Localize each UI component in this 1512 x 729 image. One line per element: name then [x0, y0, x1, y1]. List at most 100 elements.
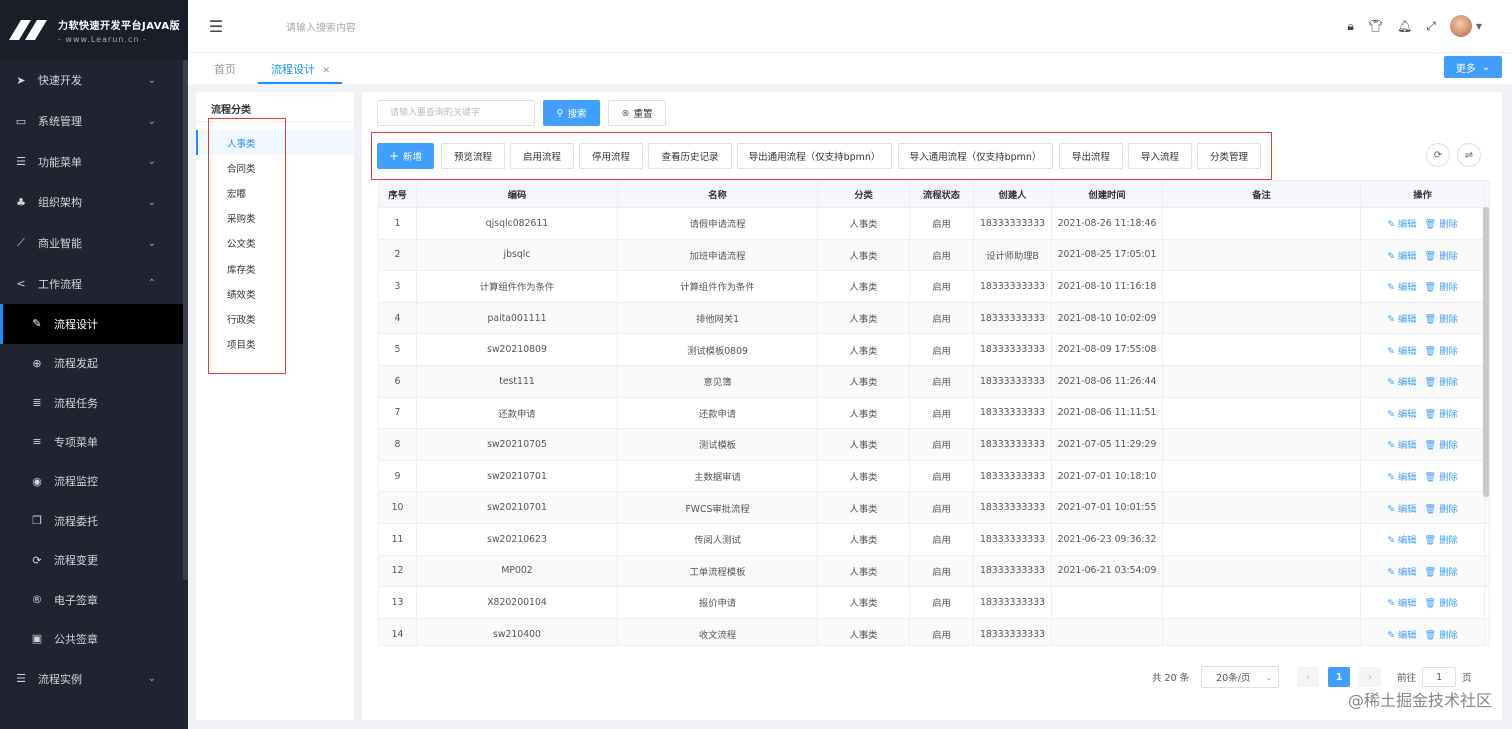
hamburger-menu-icon[interactable]: ☰	[188, 17, 244, 36]
sidebar-item-org[interactable]: ♣ 组织架构 ⌄	[0, 182, 188, 223]
sidebar-item-flow-launch[interactable]: ⊕ 流程发起	[0, 344, 188, 383]
delete-link[interactable]: 🗑︎ 删除	[1424, 216, 1457, 230]
sidebar-scrollbar[interactable]	[183, 60, 188, 580]
bell-icon[interactable]: 🔔︎	[1397, 19, 1412, 33]
sidebar-item-flow-change[interactable]: ⟳ 流程变更	[0, 540, 188, 579]
delete-link[interactable]: 🗑︎ 删除	[1424, 564, 1457, 578]
sidebar-item-flow-instance[interactable]: ☰ 流程实例 ⌄	[0, 659, 188, 700]
table-row[interactable]: 11 sw20210623 传阅人测试 人事类 启用 18333333333 2021-06…	[379, 522, 1489, 555]
table-cell: 6	[379, 365, 417, 397]
table-cell	[1163, 365, 1361, 397]
sidebar-item-e-signature[interactable]: ® 电子签章	[0, 580, 188, 619]
sidebar-item-flow-delegate[interactable]: ❐ 流程委托	[0, 501, 188, 540]
edit-link[interactable]: ✎ 编辑	[1387, 406, 1416, 420]
table-row[interactable]: 13 X820200104 报价申请 人事类 启用 18333333333 ✎ 编辑 🗑︎ 删…	[379, 586, 1489, 618]
table-row[interactable]: 4 paita001111 排他网关1 人事类 启用 18333333333 2021-08…	[379, 301, 1489, 334]
delete-link[interactable]: 🗑︎ 删除	[1424, 469, 1457, 483]
delete-link[interactable]: 🗑︎ 删除	[1424, 627, 1457, 641]
edit-link[interactable]: ✎ 编辑	[1387, 216, 1416, 230]
edit-link[interactable]: ✎ 编辑	[1387, 564, 1416, 578]
sidebar-item-public-signature[interactable]: ▣ 公共签章	[0, 619, 188, 658]
table-scrollbar[interactable]	[1483, 207, 1489, 497]
table-row[interactable]: 14 sw210400 收文流程 人事类 启用 18333333333 ✎ 编辑 🗑︎ 删除	[379, 617, 1489, 645]
edit-icon: ✎	[1387, 630, 1398, 642]
edit-link[interactable]: ✎ 编辑	[1387, 311, 1416, 325]
table-row[interactable]: 9 sw20210701 主数据审请 人事类 启用 18333333333 2021-07-…	[379, 459, 1489, 492]
delete-link[interactable]: 🗑︎ 删除	[1424, 279, 1457, 293]
table-row[interactable]: 6 test111 意见簿 人事类 启用 18333333333 2021-08-06 11…	[379, 364, 1489, 397]
column-settings-icon[interactable]: ⇌	[1457, 143, 1481, 167]
page-number-button[interactable]: 1	[1328, 667, 1351, 687]
caret-down-icon[interactable]: ▼	[1476, 22, 1482, 31]
edit-link[interactable]: ✎ 编辑	[1387, 374, 1416, 388]
search-button[interactable]: ⚲ 搜索	[543, 100, 600, 126]
delete-link[interactable]: 🗑︎ 删除	[1424, 406, 1457, 420]
table-cell: 排他网关1	[618, 302, 818, 334]
keyword-input[interactable]: 请输入要查询的关键字	[377, 100, 535, 126]
table-cell: 人事类	[818, 492, 910, 523]
search-icon: ⚲	[556, 107, 564, 119]
sidebar-item-workflow[interactable]: < 工作流程 ⌃	[0, 263, 188, 304]
delete-link[interactable]: 🗑︎ 删除	[1424, 248, 1457, 262]
table-cell: 人事类	[818, 397, 910, 429]
close-icon[interactable]: ✕	[323, 66, 331, 76]
sidebar-item-special-menu[interactable]: ≡ 专项菜单	[0, 422, 188, 461]
delete-link[interactable]: 🗑︎ 删除	[1424, 595, 1457, 609]
delete-link[interactable]: 🗑︎ 删除	[1424, 343, 1457, 357]
tab-home[interactable]: 首页	[214, 61, 236, 77]
actions-cell: ✎ 编辑 🗑︎ 删除	[1361, 271, 1485, 302]
delete-link[interactable]: 🗑︎ 删除	[1424, 437, 1457, 451]
sidebar-item-label: 商业智能	[38, 237, 82, 251]
edit-link[interactable]: ✎ 编辑	[1387, 343, 1416, 357]
shirt-icon[interactable]: 👕︎	[1368, 19, 1383, 33]
more-button[interactable]: 更多 ⌄	[1444, 56, 1502, 78]
edit-label: 编辑	[1397, 219, 1417, 231]
sidebar-item-flow-monitor[interactable]: ◉ 流程监控	[0, 462, 188, 501]
delete-link[interactable]: 🗑︎ 删除	[1424, 501, 1457, 515]
edit-link[interactable]: ✎ 编辑	[1387, 469, 1416, 483]
table-row[interactable]: 5 sw20210809 测试模板0809 人事类 启用 18333333333 2021-…	[379, 333, 1489, 365]
table-cell: 启用	[910, 523, 974, 555]
table-row[interactable]: 3 计算组件作为条件 计算组件作为条件 人事类 启用 18333333333 2021-08…	[379, 270, 1489, 302]
table-row[interactable]: 1 qjsqlc082611 请假申请流程 人事类 启用 18333333333 2021-…	[379, 207, 1489, 239]
edit-link[interactable]: ✎ 编辑	[1387, 595, 1416, 609]
table-row[interactable]: 10 sw20210701 FWCS审批流程 人事类 启用 18333333333 2021…	[379, 491, 1489, 523]
delete-link[interactable]: 🗑︎ 删除	[1424, 311, 1457, 325]
edit-link[interactable]: ✎ 编辑	[1387, 279, 1416, 293]
reset-button[interactable]: ⊗ 重置	[608, 100, 666, 126]
edit-link[interactable]: ✎ 编辑	[1387, 248, 1416, 262]
edit-link[interactable]: ✎ 编辑	[1387, 501, 1416, 515]
trash-icon: 🗑︎	[1424, 535, 1440, 547]
page-size-select[interactable]: 20条/页 ⌄	[1201, 666, 1280, 688]
delete-label: 删除	[1439, 377, 1458, 389]
global-search-input[interactable]: 请输入搜索内容	[286, 19, 356, 34]
sidebar-item-bi[interactable]: ⟋ 商业智能 ⌄	[0, 223, 188, 264]
prev-page-button[interactable]: ‹	[1297, 667, 1320, 687]
delete-label: 删除	[1439, 440, 1458, 452]
next-page-button[interactable]: ›	[1359, 667, 1382, 687]
table-row[interactable]: 8 sw20210705 测试模板 人事类 启用 18333333333 2021-07-0…	[379, 428, 1489, 460]
table-cell: FWCS审批流程	[618, 492, 818, 523]
sidebar-item-quick-dev[interactable]: ➤ 快速开发 ⌄	[0, 60, 188, 101]
sidebar-item-flow-design[interactable]: ✎ 流程设计	[0, 304, 188, 344]
edit-link[interactable]: ✎ 编辑	[1387, 437, 1416, 451]
delete-link[interactable]: 🗑︎ 删除	[1424, 532, 1457, 546]
avatar[interactable]	[1449, 15, 1472, 37]
goto-page-input[interactable]: 1	[1422, 667, 1457, 687]
sidebar-item-function-menu[interactable]: ☰ 功能菜单 ⌄	[0, 141, 188, 182]
lock-icon[interactable]: 🔒︎	[1347, 19, 1353, 34]
plus-circle-icon: ⊕	[32, 356, 42, 370]
fullscreen-icon[interactable]: ⤢	[1426, 19, 1436, 34]
sidebar-item-flow-tasks[interactable]: ≣ 流程任务	[0, 383, 188, 422]
table-row[interactable]: 2 jbsqlc 加班申请流程 人事类 启用 设计师助理B 2021-08-25 17:05…	[379, 238, 1489, 271]
tab-flow-design[interactable]: 流程设计 ✕	[271, 61, 330, 77]
edit-link[interactable]: ✎ 编辑	[1387, 627, 1416, 641]
edit-link[interactable]: ✎ 编辑	[1387, 532, 1416, 546]
table-cell: qjsqlc082611	[417, 208, 618, 239]
refresh-icon[interactable]: ⟳	[1426, 143, 1450, 167]
table-row[interactable]: 7 还款申请 还款申请 人事类 启用 18333333333 2021-08-06 11:1…	[379, 396, 1489, 429]
delete-link[interactable]: 🗑︎ 删除	[1424, 374, 1457, 388]
table-cell: 测试模板	[618, 429, 818, 460]
table-row[interactable]: 12 MP002 工单流程模板 人事类 启用 18333333333 2021-06-21 …	[379, 554, 1489, 587]
sidebar-item-system[interactable]: ▭ 系统管理 ⌄	[0, 101, 188, 142]
